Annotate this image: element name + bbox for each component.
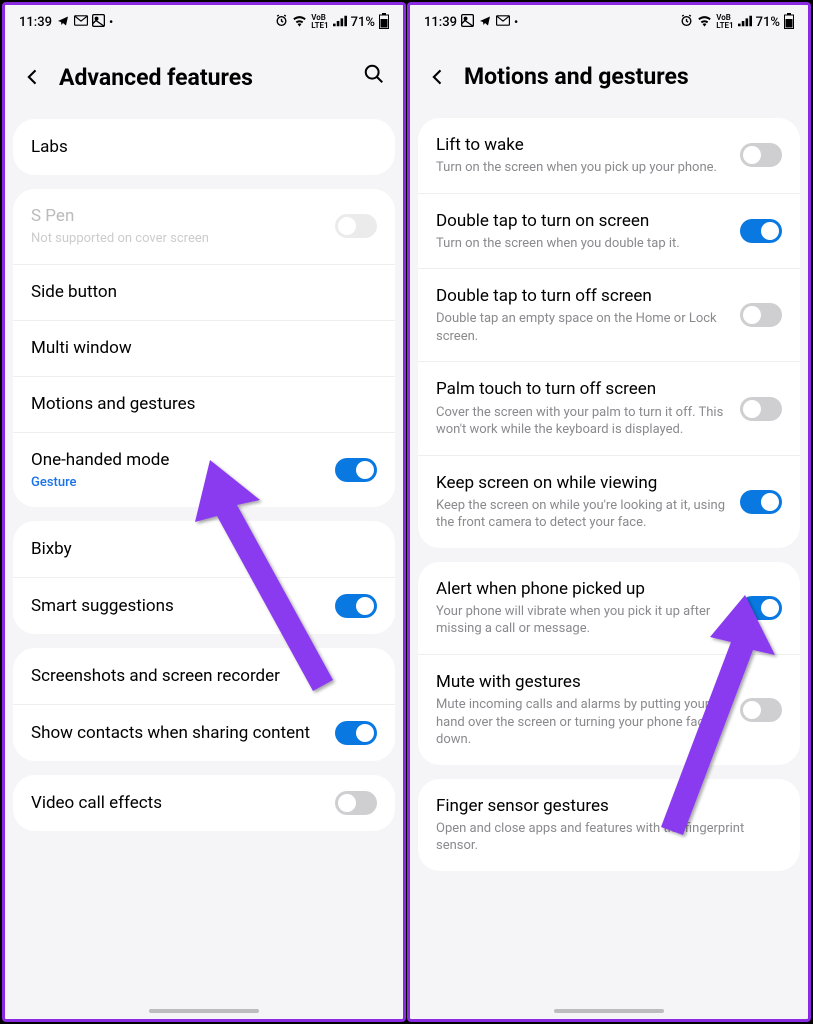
row-title: Bixby <box>31 538 367 560</box>
item-lift-to-wake[interactable]: Lift to wake Turn on the screen when you… <box>418 118 800 193</box>
signal-icon <box>333 15 347 30</box>
wifi-icon <box>292 15 307 30</box>
show-contacts-toggle[interactable] <box>335 721 377 745</box>
keep-toggle[interactable] <box>740 490 782 514</box>
spen-toggle <box>335 214 377 238</box>
row-title: One-handed mode <box>31 449 325 471</box>
battery-icon <box>784 13 794 32</box>
gmail-icon <box>74 15 88 29</box>
row-title: Finger sensor gestures <box>436 795 772 817</box>
item-bixby[interactable]: Bixby <box>13 521 395 577</box>
item-double-tap-on[interactable]: Double tap to turn on screen Turn on the… <box>418 193 800 269</box>
gallery-icon <box>461 14 474 30</box>
dtap-on-toggle[interactable] <box>740 219 782 243</box>
row-subtitle: Gesture <box>31 474 325 492</box>
row-title: Keep screen on while viewing <box>436 472 730 494</box>
status-time: 11:39 <box>424 15 457 30</box>
item-double-tap-off[interactable]: Double tap to turn off screen Double tap… <box>418 268 800 361</box>
search-icon[interactable] <box>363 63 385 91</box>
row-title: Double tap to turn off screen <box>436 285 730 307</box>
row-title: Alert when phone picked up <box>436 578 730 600</box>
item-labs[interactable]: Labs <box>13 119 395 175</box>
row-subtitle: Turn on the screen when you double tap i… <box>436 235 730 253</box>
back-button[interactable] <box>428 67 448 87</box>
one-handed-toggle[interactable] <box>335 458 377 482</box>
header: Advanced features <box>5 35 403 119</box>
more-icon: • <box>514 15 518 29</box>
item-motions-gestures[interactable]: Motions and gestures <box>13 376 395 432</box>
row-subtitle: Not supported on cover screen <box>31 230 325 248</box>
row-subtitle: Turn on the screen when you pick up your… <box>436 159 730 177</box>
battery-icon <box>379 13 389 32</box>
row-subtitle: Open and close apps and features with th… <box>436 820 772 855</box>
row-subtitle: Cover the screen with your palm to turn … <box>436 404 730 439</box>
item-multi-window[interactable]: Multi window <box>13 320 395 376</box>
status-bar: 11:39 • VoBLTE1 71% <box>410 5 808 35</box>
palm-toggle[interactable] <box>740 397 782 421</box>
row-subtitle: Keep the screen on while you're looking … <box>436 497 730 532</box>
smart-suggestions-toggle[interactable] <box>335 594 377 618</box>
phone-advanced-features: 11:39 • VoBLTE1 71% <box>2 2 406 1022</box>
video-call-toggle[interactable] <box>335 791 377 815</box>
mute-toggle[interactable] <box>740 698 782 722</box>
battery-percent: 71% <box>756 15 780 30</box>
lift-toggle[interactable] <box>740 143 782 167</box>
phone-motions-gestures: 11:39 • VoBLTE1 71% <box>407 2 811 1022</box>
item-smart-suggestions[interactable]: Smart suggestions <box>13 577 395 634</box>
alarm-icon <box>275 14 288 30</box>
volte-icon: VoBLTE1 <box>716 14 733 30</box>
alert-toggle[interactable] <box>740 596 782 620</box>
telegram-icon <box>56 15 70 30</box>
row-title: Smart suggestions <box>31 595 325 617</box>
item-palm-touch[interactable]: Palm touch to turn off screen Cover the … <box>418 361 800 454</box>
row-title: Lift to wake <box>436 134 730 156</box>
content: Lift to wake Turn on the screen when you… <box>410 118 808 1019</box>
nav-bar-pill[interactable] <box>149 1009 259 1013</box>
row-title: Screenshots and screen recorder <box>31 665 367 687</box>
item-spen: S Pen Not supported on cover screen <box>13 189 395 264</box>
content: Labs S Pen Not supported on cover screen… <box>5 119 403 1019</box>
gallery-icon <box>92 14 105 30</box>
status-bar: 11:39 • VoBLTE1 71% <box>5 5 403 35</box>
row-title: Double tap to turn on screen <box>436 210 730 232</box>
row-title: Video call effects <box>31 792 325 814</box>
row-title: Multi window <box>31 337 367 359</box>
signal-icon <box>738 15 752 30</box>
row-title: Motions and gestures <box>31 393 367 415</box>
wifi-icon <box>697 15 712 30</box>
nav-bar-pill[interactable] <box>554 1009 664 1013</box>
volte-icon: VoBLTE1 <box>311 14 328 30</box>
item-keep-screen-on[interactable]: Keep screen on while viewing Keep the sc… <box>418 455 800 548</box>
item-alert-pickup[interactable]: Alert when phone picked up Your phone wi… <box>418 562 800 654</box>
alarm-icon <box>680 14 693 30</box>
item-show-contacts[interactable]: Show contacts when sharing content <box>13 704 395 761</box>
row-title: Labs <box>31 136 367 158</box>
row-title: S Pen <box>31 205 325 227</box>
dtap-off-toggle[interactable] <box>740 303 782 327</box>
row-subtitle: Mute incoming calls and alarms by puttin… <box>436 696 730 749</box>
status-time: 11:39 <box>19 15 52 30</box>
row-title: Show contacts when sharing content <box>31 722 325 744</box>
row-title: Mute with gestures <box>436 671 730 693</box>
telegram-icon <box>478 15 492 30</box>
item-one-handed[interactable]: One-handed mode Gesture <box>13 432 395 508</box>
gmail-icon <box>496 15 510 29</box>
item-side-button[interactable]: Side button <box>13 264 395 320</box>
row-title: Palm touch to turn off screen <box>436 378 730 400</box>
item-finger-sensor[interactable]: Finger sensor gestures Open and close ap… <box>418 779 800 871</box>
item-mute-gestures[interactable]: Mute with gestures Mute incoming calls a… <box>418 654 800 765</box>
header: Motions and gestures <box>410 35 808 118</box>
page-title: Motions and gestures <box>464 63 790 90</box>
item-screenshots[interactable]: Screenshots and screen recorder <box>13 648 395 704</box>
more-icon: • <box>109 15 113 29</box>
back-button[interactable] <box>23 67 43 87</box>
row-title: Side button <box>31 281 367 303</box>
page-title: Advanced features <box>59 64 347 91</box>
battery-percent: 71% <box>351 15 375 30</box>
row-subtitle: Your phone will vibrate when you pick it… <box>436 603 730 638</box>
row-subtitle: Double tap an empty space on the Home or… <box>436 310 730 345</box>
item-video-call[interactable]: Video call effects <box>13 775 395 831</box>
